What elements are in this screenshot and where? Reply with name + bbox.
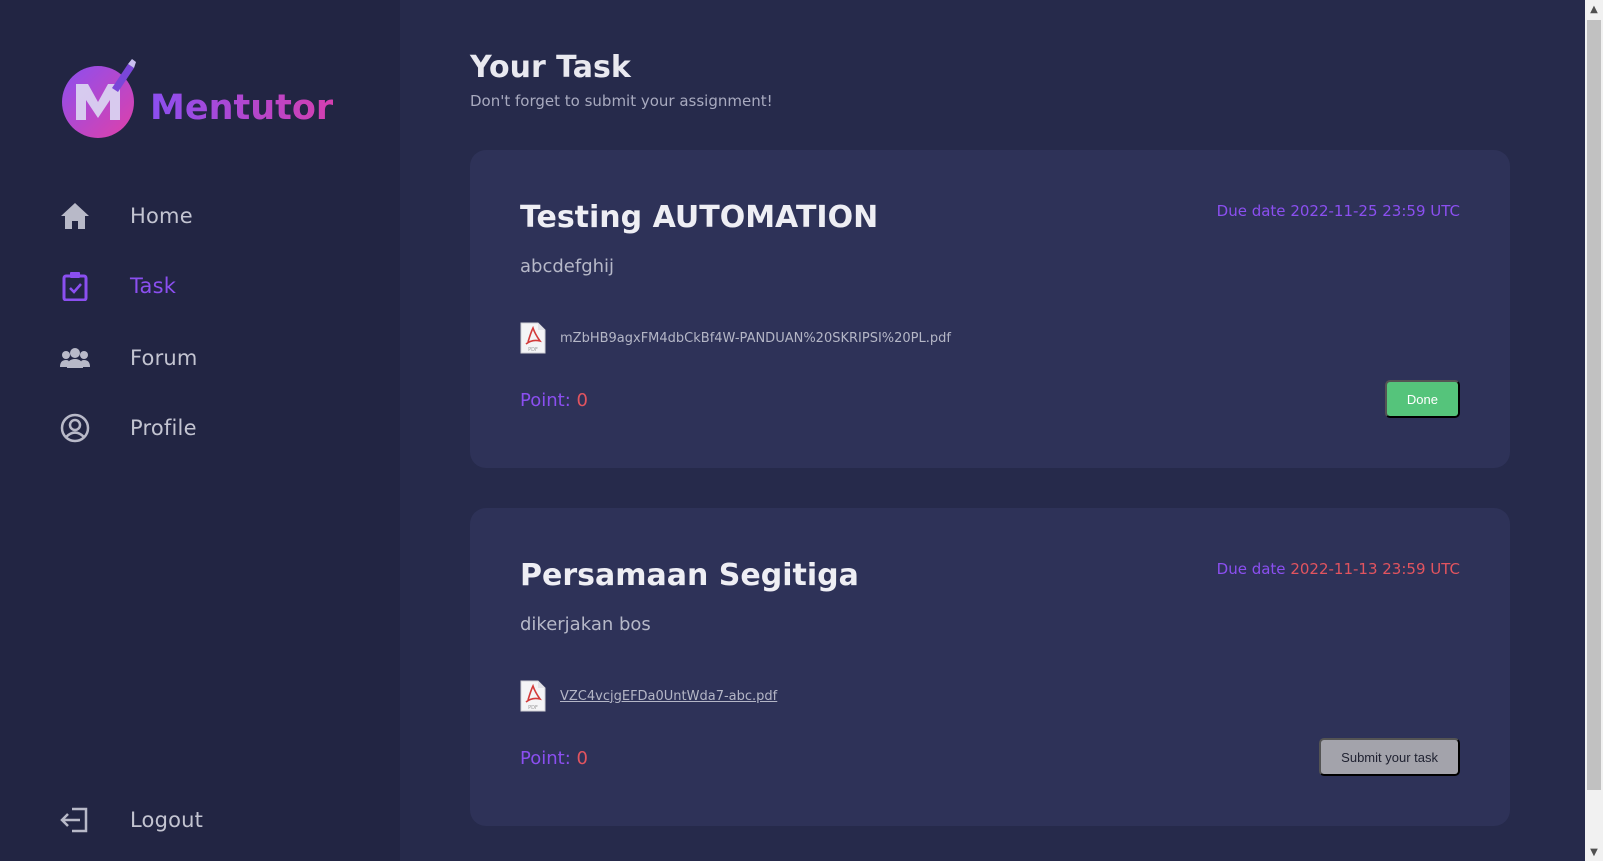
task-title: Persamaan Segitiga [520, 558, 859, 593]
logout-button[interactable]: Logout [60, 802, 203, 838]
task-card: Persamaan Segitiga Due date 2022-11-13 2… [470, 508, 1510, 826]
sidebar-item-home[interactable]: Home [60, 198, 193, 234]
sidebar: Mentutor Home Task Forum Profile Logout [0, 0, 400, 861]
done-button[interactable]: Done [1384, 380, 1460, 418]
logo-icon [62, 58, 138, 140]
submit-task-button[interactable]: Submit your task [1319, 738, 1460, 776]
scrollbar-thumb[interactable] [1587, 20, 1601, 790]
due-date-label: Due date [1216, 202, 1286, 220]
due-date: Due date 2022-11-25 23:59 UTC [1217, 202, 1460, 220]
due-date-value: 2022-11-13 23:59 UTC [1290, 560, 1460, 578]
sidebar-item-profile[interactable]: Profile [60, 410, 197, 446]
page-title: Your Task [470, 50, 631, 85]
sidebar-item-label: Home [130, 204, 193, 228]
point-label: Point: [520, 748, 571, 769]
scrollbar[interactable]: ▲ ▼ [1585, 0, 1603, 861]
point-value: 0 [576, 390, 588, 411]
user-circle-icon [60, 413, 90, 443]
sidebar-item-label: Forum [130, 346, 198, 370]
app-name: Mentutor [150, 88, 334, 128]
task-description: abcdefghij [520, 256, 615, 277]
main-content: Your Task Don't forget to submit your as… [400, 0, 1585, 861]
home-icon [60, 201, 90, 231]
sidebar-item-task[interactable]: Task [60, 268, 176, 304]
pdf-icon: PDF [520, 322, 546, 354]
due-date-label: Due date [1216, 560, 1286, 578]
due-date-value: 2022-11-25 23:59 UTC [1290, 202, 1460, 220]
sidebar-item-label: Task [130, 274, 177, 298]
scroll-up-arrow-icon[interactable]: ▲ [1585, 0, 1603, 18]
task-title: Testing AUTOMATION [520, 200, 879, 235]
svg-text:PDF: PDF [528, 347, 538, 353]
app-root: Mentutor Home Task Forum Profile Logout … [0, 0, 1603, 861]
sidebar-item-label: Profile [130, 416, 197, 440]
point-label: Point: [520, 390, 571, 411]
task-attachment[interactable]: PDF VZC4vcjgEFDa0UntWda7-abc.pdf [520, 680, 777, 712]
point-value: 0 [576, 748, 588, 769]
svg-text:PDF: PDF [528, 705, 538, 711]
task-attachment[interactable]: PDF mZbHB9agxFM4dbCkBf4W-PANDUAN%20SKRIP… [520, 322, 951, 354]
task-point: Point: 0 [520, 748, 588, 769]
sidebar-item-forum[interactable]: Forum [60, 340, 198, 376]
due-date: Due date 2022-11-13 23:59 UTC [1217, 560, 1460, 578]
logout-label: Logout [130, 808, 204, 832]
users-icon [60, 343, 90, 373]
clipboard-check-icon [60, 271, 90, 301]
attachment-file-name: VZC4vcjgEFDa0UntWda7-abc.pdf [560, 688, 778, 704]
task-card: Testing AUTOMATION Due date 2022-11-25 2… [470, 150, 1510, 468]
pdf-icon: PDF [520, 680, 546, 712]
attachment-file-name: mZbHB9agxFM4dbCkBf4W-PANDUAN%20SKRIPSI%2… [560, 330, 951, 346]
scroll-down-arrow-icon[interactable]: ▼ [1585, 843, 1603, 861]
logout-icon [60, 805, 90, 835]
page-subtitle: Don't forget to submit your assignment! [470, 92, 773, 110]
task-description: dikerjakan bos [520, 614, 651, 635]
task-point: Point: 0 [520, 390, 588, 411]
logo[interactable]: Mentutor [62, 58, 333, 140]
